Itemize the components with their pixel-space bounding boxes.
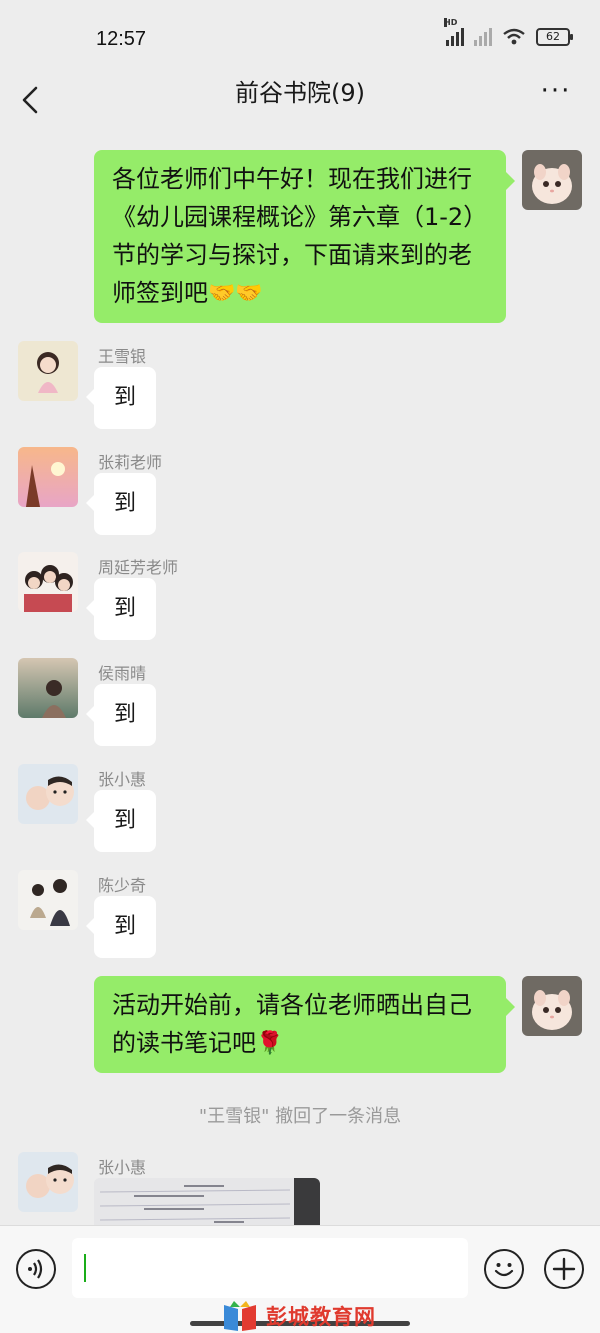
- watermark-logo-icon: [224, 1301, 256, 1331]
- sender-name: 张莉老师: [98, 453, 163, 472]
- watermark-text: 彭城教育网: [266, 1305, 376, 1329]
- handshake-emoji: 🤝🤝: [208, 281, 263, 306]
- hd-label: HD: [444, 18, 458, 27]
- received-message-bubble[interactable]: 到: [86, 790, 156, 852]
- sent-message-bubble[interactable]: 各位老师们中午好！现在我们进行《幼儿园课程概论》第六章（1-2）节的学习与探讨，…: [94, 150, 515, 323]
- sender-avatar[interactable]: [18, 870, 78, 930]
- sender-name: 周延芳老师: [98, 558, 179, 577]
- message-text: 各位老师们中午好！现在我们进行《幼儿园课程概论》第六章（1-2）节的学习与探讨，…: [112, 165, 488, 307]
- self-avatar[interactable]: [522, 150, 582, 210]
- chat-header: 前谷书院(9) ···: [0, 70, 600, 130]
- message-text: 活动开始前，请各位老师晒出自己的读书笔记吧: [112, 991, 472, 1057]
- status-bar: 12:57 HD 62: [0, 0, 600, 70]
- sent-message-bubble[interactable]: 活动开始前，请各位老师晒出自己的读书笔记吧🌹: [94, 976, 515, 1073]
- sender-avatar[interactable]: [18, 764, 78, 824]
- emoji-button[interactable]: [484, 1249, 524, 1289]
- wifi-icon: [503, 28, 525, 45]
- signal-2-icon: [474, 28, 492, 46]
- sender-avatar[interactable]: [18, 1152, 78, 1212]
- sender-name: 张小惠: [98, 770, 147, 789]
- chat-title: 前谷书院(9): [235, 79, 365, 107]
- sender-name: 张小惠: [98, 1158, 147, 1177]
- sender-avatar[interactable]: [18, 447, 78, 507]
- sender-name: 王雪银: [98, 347, 147, 366]
- status-time: 12:57: [96, 28, 147, 50]
- watermark: 彭城教育网: [220, 1299, 376, 1333]
- sender-name: 陈少奇: [98, 876, 147, 895]
- sender-avatar[interactable]: [18, 658, 78, 718]
- input-bar: 彭城教育网: [0, 1225, 600, 1333]
- sender-avatar[interactable]: [18, 552, 78, 612]
- received-message-bubble[interactable]: 到: [86, 684, 156, 746]
- status-icons: HD 62: [444, 18, 573, 46]
- received-message-bubble[interactable]: 到: [86, 367, 156, 429]
- sender-name: 侯雨晴: [98, 664, 147, 683]
- received-message-bubble[interactable]: 到: [86, 578, 156, 640]
- self-avatar[interactable]: [522, 976, 582, 1036]
- received-message-bubble[interactable]: 到: [86, 473, 156, 535]
- voice-button[interactable]: [16, 1249, 56, 1289]
- battery-level: 62: [546, 30, 560, 43]
- voice-icon: [28, 1259, 43, 1279]
- signal-icon: HD: [444, 18, 464, 46]
- more-button[interactable]: ···: [534, 76, 578, 112]
- smiley-icon: [494, 1263, 514, 1277]
- plus-button[interactable]: [544, 1249, 584, 1289]
- rose-emoji: 🌹: [256, 1031, 284, 1056]
- battery-icon: 62: [536, 28, 573, 46]
- sender-avatar[interactable]: [18, 341, 78, 401]
- text-cursor: [84, 1254, 86, 1282]
- message-input[interactable]: [72, 1238, 468, 1298]
- plus-icon: [552, 1257, 576, 1281]
- recall-notice: "王雪银" 撤回了一条消息: [198, 1106, 402, 1127]
- received-message-bubble[interactable]: 到: [86, 896, 156, 958]
